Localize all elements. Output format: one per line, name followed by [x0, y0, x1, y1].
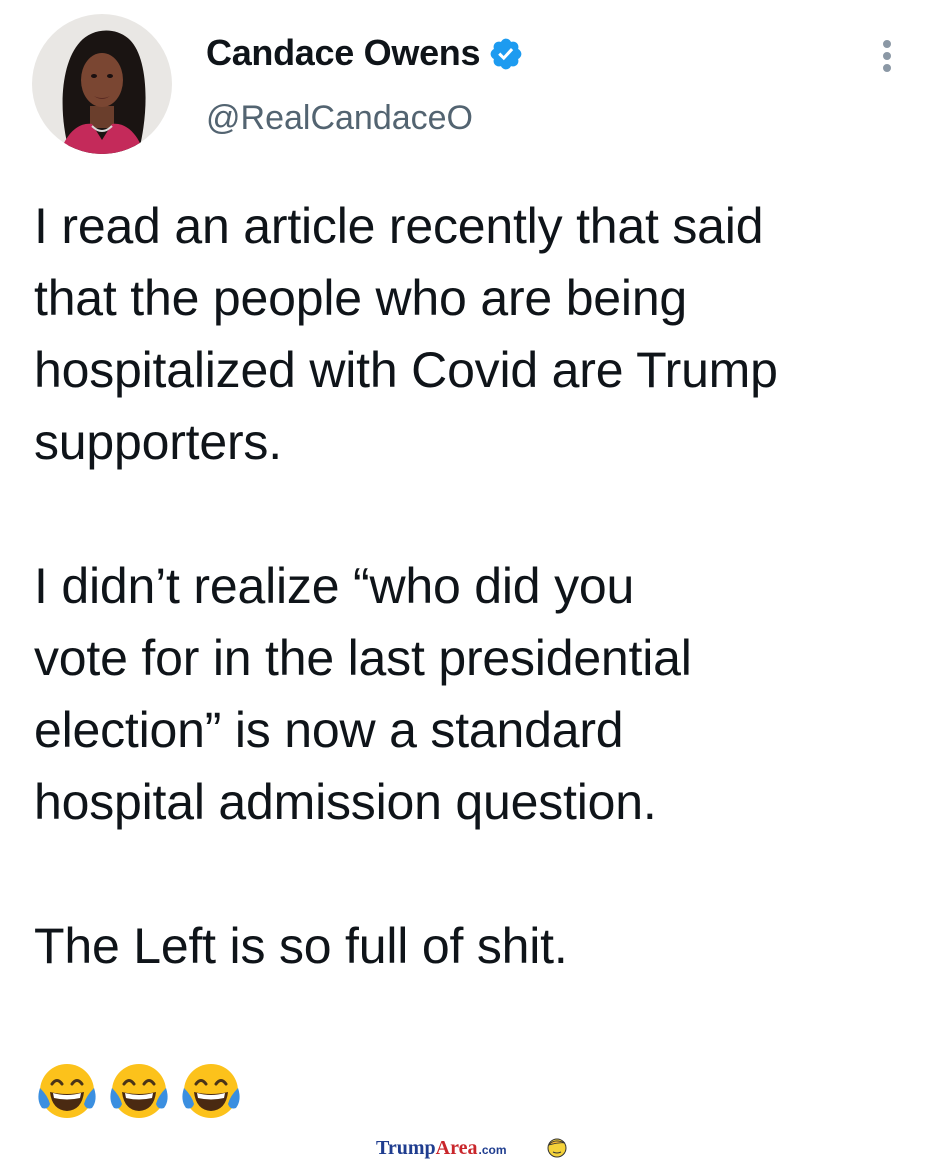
tweet-line: hospital admission question.	[34, 774, 657, 830]
trump-face-icon	[547, 1138, 567, 1158]
face-with-tears-of-joy-icon	[38, 1064, 96, 1118]
emoji-row	[34, 1058, 244, 1124]
tweet-line: I read an article recently that said	[34, 198, 764, 254]
more-vertical-icon	[883, 40, 891, 48]
tweet-line: The Left is so full of shit.	[34, 918, 568, 974]
watermark-area: Area	[435, 1137, 478, 1159]
face-with-tears-of-joy-icon	[182, 1064, 240, 1118]
more-icon-dot	[883, 64, 891, 72]
watermark: Trump Area .com	[376, 1137, 507, 1161]
more-icon-dot	[883, 52, 891, 60]
profile-avatar[interactable]	[32, 14, 172, 154]
user-handle[interactable]: @RealCandaceO	[206, 98, 473, 138]
tweet-line: supporters.	[34, 414, 282, 470]
more-options-button[interactable]	[872, 36, 902, 76]
tweet-line: vote for in the last presidential	[34, 630, 692, 686]
face-with-tears-of-joy-icon	[110, 1064, 168, 1118]
watermark-com: .com	[478, 1143, 507, 1157]
tweet-text: I read an article recently that said tha…	[34, 190, 914, 982]
watermark-trump: Trump	[376, 1137, 436, 1159]
verified-badge-icon	[490, 38, 522, 70]
display-name[interactable]: Candace Owens	[206, 32, 481, 74]
tweet-line: that the people who are being	[34, 270, 688, 326]
tweet-line: election” is now a standard	[34, 702, 624, 758]
tweet-line: I didn’t realize “who did you	[34, 558, 635, 614]
tweet-line: hospitalized with Covid are Trump	[34, 342, 778, 398]
